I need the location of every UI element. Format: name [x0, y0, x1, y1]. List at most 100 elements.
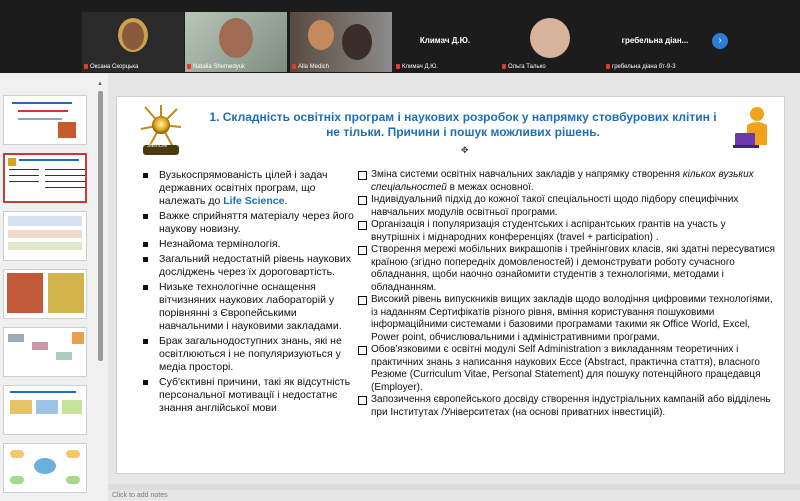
chevron-right-icon: ›	[718, 35, 722, 46]
solution-text: Організація і популяризація студентських…	[371, 219, 726, 243]
thumb-title	[12, 102, 72, 104]
thumb-center-node	[34, 458, 56, 474]
problem-text-end: .	[284, 195, 288, 207]
problem-item: Вузькоспрямованість цілей і задач держав…	[139, 169, 359, 208]
muted-mic-icon	[502, 63, 506, 69]
thumb-image	[58, 122, 76, 138]
stemcell-logo	[140, 105, 182, 155]
muted-mic-icon	[292, 63, 296, 69]
solution-text: Індивідуальний підхід до кожної такої сп…	[371, 194, 739, 218]
notes-placeholder[interactable]: Click to add notes	[112, 492, 168, 499]
participant-face	[122, 22, 144, 50]
highlight-text: Life Science	[223, 195, 285, 207]
thumb-image	[48, 273, 84, 313]
thumb-node	[66, 476, 80, 484]
problem-text: Низьке технологічне оснащення вітчизняни…	[159, 281, 342, 332]
scroll-up-icon[interactable]: ▲	[97, 81, 103, 87]
thumb-node	[10, 476, 24, 484]
thumb-line	[45, 187, 85, 188]
problem-item: Важке сприйняття матеріалу через його на…	[139, 210, 359, 236]
thumb-row	[8, 242, 82, 250]
thumb-box	[32, 342, 48, 350]
solution-text: Запозичення європейського досвіду створе…	[371, 394, 771, 418]
slide-canvas[interactable]: StemCell 1. Складність освітніх програм …	[116, 96, 785, 474]
thumb-line	[45, 181, 85, 182]
solution-text-end: в межах основної.	[446, 181, 534, 193]
solution-text: Обов'язковими є освітні модулі Self Admi…	[371, 344, 761, 393]
problem-item: Низьке технологічне оснащення вітчизняни…	[139, 281, 359, 333]
next-participants-button[interactable]: ›	[712, 33, 728, 49]
solution-item: Організація і популяризація студентських…	[357, 219, 777, 244]
mouse-cursor-icon: ✥	[461, 145, 469, 155]
problem-text: Брак загальнодоступних знань, які не осв…	[159, 335, 342, 373]
slide-thumbnail-2[interactable]	[3, 153, 87, 203]
problem-text: Суб'єктивні причини, такі як відсутність…	[159, 376, 351, 414]
solution-item: Запозичення європейського досвіду створе…	[357, 394, 777, 419]
participant-big-name: гребельна діан...	[621, 36, 689, 45]
solution-item: Індивідуальний підхід до кожної такої сп…	[357, 194, 777, 219]
problem-text: Загальний недостатній рівень наукових до…	[159, 253, 351, 278]
slide-thumbnail-1[interactable]	[3, 95, 87, 145]
solution-item: Зміна системи освітніх навчальних заклад…	[357, 169, 777, 194]
muted-mic-icon	[396, 63, 400, 69]
solutions-list: Зміна системи освітніх навчальних заклад…	[357, 169, 777, 419]
participant-name: Alla Medich	[292, 63, 329, 70]
solution-text: Створення мережі мобільних викрашопів і …	[371, 244, 775, 293]
slide-thumbnail-pane: ▲	[0, 73, 108, 501]
participant-name: гребельна діана бт-9-3	[606, 63, 676, 70]
muted-mic-icon	[84, 63, 88, 69]
participant-big-name: Климач Д.Ю.	[419, 36, 471, 45]
solution-text: Зміна системи освітніх навчальних заклад…	[371, 169, 683, 180]
participant-strip: Оксана Скорцька Natalia Shemedyuk Alla M…	[0, 0, 800, 73]
thumb-line	[18, 110, 68, 112]
thumb-node	[66, 450, 80, 458]
muted-mic-icon	[606, 63, 610, 69]
participant-tile-1[interactable]: Оксана Скорцька	[82, 12, 184, 72]
participant-name: Natalia Shemedyuk	[187, 63, 245, 70]
solution-text: Високий рівень випускників вищих закладі…	[371, 294, 773, 343]
problem-text: Важке сприйняття матеріалу через його на…	[159, 210, 354, 235]
participant-tile-4[interactable]: Климач Д.Ю. Климач Д.Ю.	[394, 12, 496, 72]
thumb-box	[56, 352, 72, 360]
thumb-line	[9, 175, 39, 176]
participant-face	[219, 18, 253, 58]
thumb-title	[10, 391, 76, 393]
painting	[308, 20, 334, 50]
thumb-line	[45, 175, 85, 176]
thumb-title	[19, 159, 79, 161]
participant-face	[342, 24, 372, 60]
thumb-line	[9, 169, 39, 170]
thumb-line	[9, 181, 39, 182]
solution-item: Високий рівень випускників вищих закладі…	[357, 294, 777, 344]
participant-avatar	[530, 18, 570, 58]
horizontal-scrollbar[interactable]	[108, 484, 800, 490]
thumb-logo	[8, 158, 16, 166]
thumb-box	[36, 400, 58, 414]
participant-tile-5[interactable]: Ольга Талько	[500, 12, 602, 72]
thumbnail-scrollbar[interactable]	[98, 91, 103, 361]
slide-thumbnail-4[interactable]	[3, 269, 87, 319]
thumb-box	[8, 334, 24, 342]
thumb-box	[10, 400, 32, 414]
participant-tile-6[interactable]: гребельна діан... гребельна діана бт-9-3	[604, 12, 706, 72]
slide-thumbnail-5[interactable]	[3, 327, 87, 377]
problem-item: Суб'єктивні причини, такі як відсутність…	[139, 376, 359, 415]
solution-item: Обов'язковими є освітні модулі Self Admi…	[357, 344, 777, 394]
slide-thumbnail-6[interactable]	[3, 385, 87, 435]
logo-text: StemCell	[147, 143, 168, 149]
problem-item: Загальний недостатній рівень наукових до…	[139, 253, 359, 279]
slide-thumbnail-7[interactable]	[3, 443, 87, 493]
solution-item: Створення мережі мобільних викрашопів і …	[357, 244, 777, 294]
participant-tile-3[interactable]: Alla Medich	[290, 12, 392, 72]
participant-tile-2[interactable]: Natalia Shemedyuk	[185, 12, 287, 72]
problem-text: Незнайома термінологія.	[159, 238, 281, 250]
thumb-box	[62, 400, 82, 414]
participant-name: Климач Д.Ю.	[396, 63, 438, 70]
thumb-line	[45, 169, 85, 170]
problems-list: Вузькоспрямованість цілей і задач держав…	[139, 169, 359, 417]
slide-thumbnail-3[interactable]	[3, 211, 87, 261]
person-with-laptop-icon	[733, 107, 767, 148]
thumb-node	[10, 450, 24, 458]
participant-name: Ольга Талько	[502, 63, 546, 70]
slide-title: 1. Складність освітніх програм і наукови…	[209, 110, 717, 139]
